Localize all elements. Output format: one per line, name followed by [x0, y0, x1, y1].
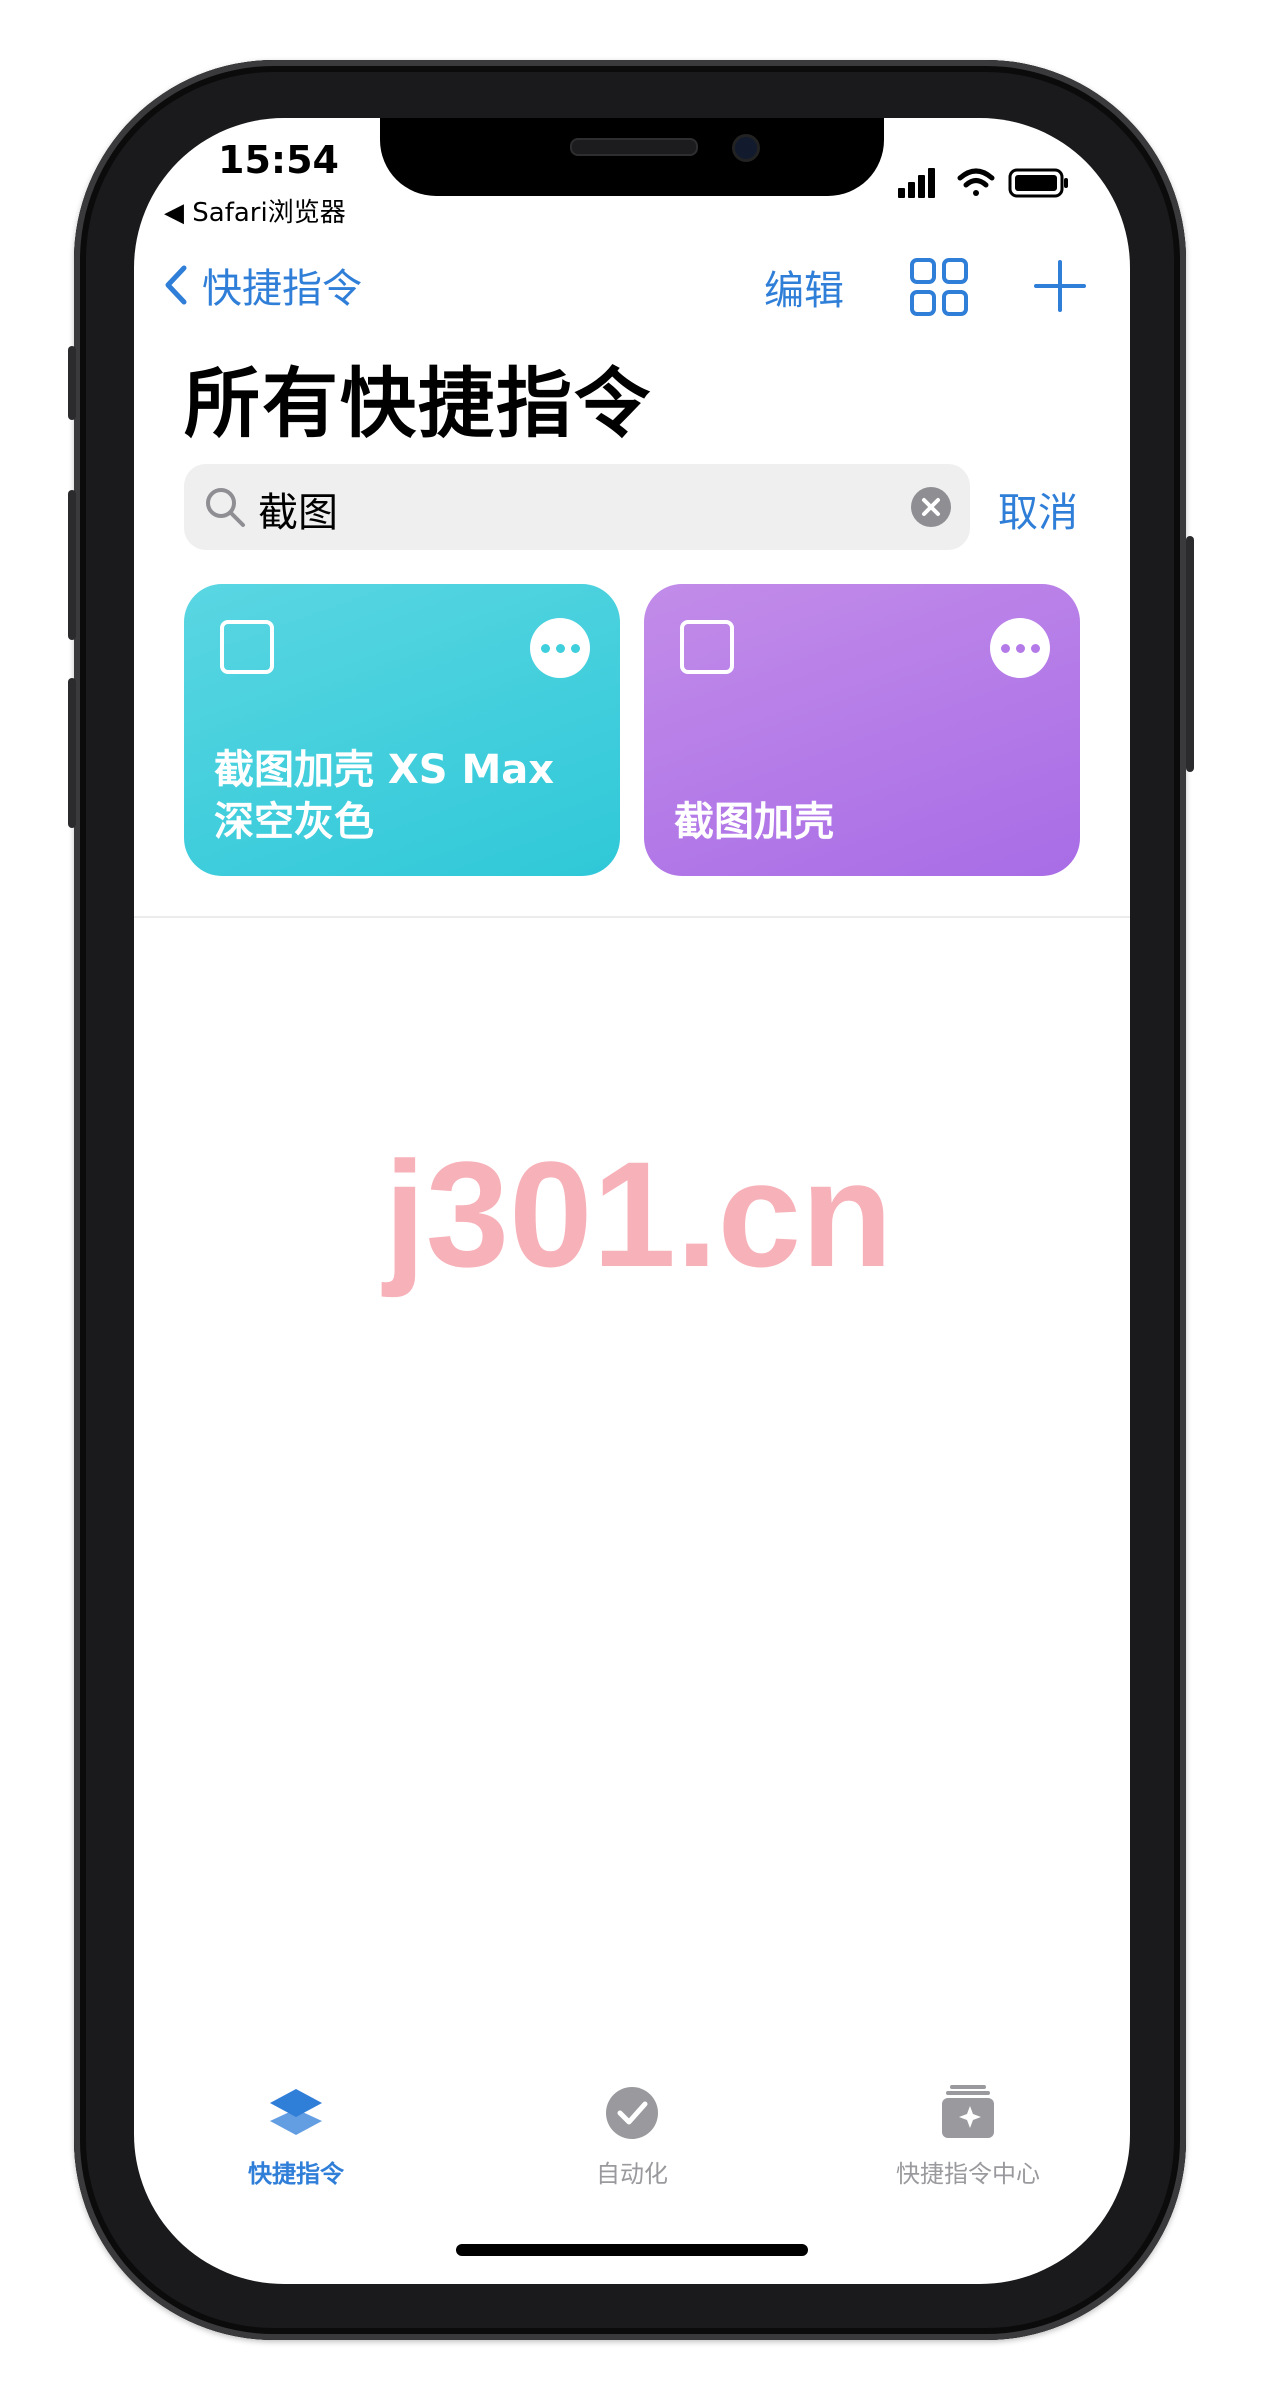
shortcut-glyph-icon — [220, 620, 274, 674]
tab-label: 快捷指令中心 — [896, 2160, 1040, 2188]
back-button-label: 快捷指令 — [202, 266, 362, 312]
grid-view-button[interactable] — [908, 256, 970, 322]
tab-label: 快捷指令 — [248, 2160, 344, 2188]
shortcut-card[interactable]: 截图加壳 XS Max 深空灰色 — [184, 584, 620, 876]
plus-icon — [1034, 260, 1086, 312]
gallery-icon — [942, 2085, 994, 2138]
shortcut-title: 截图加壳 XS Max 深空灰色 — [214, 744, 554, 848]
tab-shortcuts[interactable]: 快捷指令 — [166, 2076, 426, 2189]
clock-check-icon — [606, 2087, 658, 2139]
page-title: 所有快捷指令 — [184, 359, 652, 448]
shortcut-title-line1: 截图加壳 XS Max — [214, 747, 555, 793]
search-icon — [206, 488, 245, 527]
tab-bar: 快捷指令 自动化 快捷指令中心 — [134, 2076, 1130, 2216]
more-options-button[interactable] — [990, 618, 1050, 678]
cancel-button[interactable]: 取消 — [998, 480, 1078, 538]
shortcut-title-line2: 深空灰色 — [214, 799, 374, 845]
edit-button[interactable]: 编辑 — [764, 258, 844, 316]
status-time: 15:54 — [218, 138, 339, 182]
divider — [134, 916, 1130, 918]
wifi-icon — [957, 168, 995, 196]
cellular-signal-icon — [898, 168, 935, 198]
volume-up-button — [68, 490, 76, 640]
tab-gallery[interactable]: 快捷指令中心 — [838, 2076, 1098, 2189]
shortcut-title: 截图加壳 — [674, 796, 834, 848]
mute-switch — [68, 346, 76, 420]
more-options-button[interactable] — [530, 618, 590, 678]
shortcut-card[interactable]: 截图加壳 — [644, 584, 1080, 876]
volume-down-button — [68, 678, 76, 828]
screen: 15:54 ◀ Safari浏览器 快捷指令 编辑 所有快捷指令 截图 取消 截… — [134, 118, 1130, 2284]
back-button[interactable]: 快捷指令 — [164, 256, 362, 314]
grid-icon — [910, 258, 968, 316]
tab-automation[interactable]: 自动化 — [502, 2076, 762, 2189]
battery-icon — [1008, 168, 1068, 198]
front-camera — [732, 134, 760, 162]
shortcut-title-line2: 截图加壳 — [674, 799, 834, 845]
back-to-app-link[interactable]: ◀ Safari浏览器 — [164, 192, 346, 229]
chevron-left-icon — [165, 265, 187, 305]
clear-search-icon — [911, 487, 951, 527]
status-icons — [894, 162, 1074, 202]
shortcut-glyph-icon — [680, 620, 734, 674]
layers-icon — [270, 2089, 322, 2135]
side-button — [1186, 536, 1194, 772]
add-shortcut-button[interactable] — [1030, 256, 1090, 320]
home-indicator[interactable] — [456, 2244, 808, 2256]
speaker-grille — [570, 138, 698, 156]
watermark: j301.cn — [384, 1130, 893, 1298]
search-field[interactable]: 截图 — [184, 464, 970, 550]
notch — [380, 118, 884, 196]
tab-label: 自动化 — [596, 2160, 668, 2188]
search-input[interactable]: 截图 — [258, 480, 338, 538]
